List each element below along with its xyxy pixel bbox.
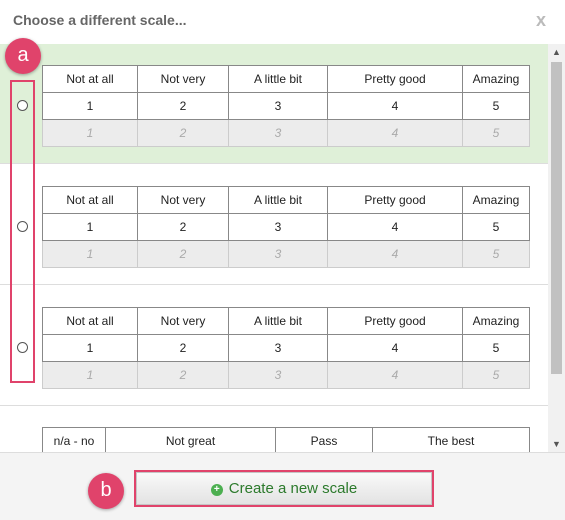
scale-header: Not great: [105, 427, 276, 452]
scale-table-2: Not at all Not very A little bit Pretty …: [42, 186, 530, 268]
scale-header-row: Not at all Not very A little bit Pretty …: [42, 65, 530, 93]
scale-header: Not very: [137, 186, 229, 214]
scale-value: 2: [137, 213, 229, 241]
scale-value-row: 1 2 3 4 5: [42, 213, 530, 241]
scale-header: Amazing: [462, 186, 530, 214]
scale-muted-row: 1 2 3 4 5: [42, 361, 530, 389]
scale-header: Pretty good: [327, 65, 463, 93]
scale-muted-value: 2: [137, 361, 229, 389]
scale-header-row: Not at all Not very A little bit Pretty …: [42, 307, 530, 335]
scrollbar-thumb[interactable]: [551, 62, 562, 374]
scale-header: Not at all: [42, 186, 138, 214]
scale-muted-value: 3: [228, 119, 328, 147]
scrollbar[interactable]: ▲ ▼: [548, 44, 565, 452]
scale-muted-value: 2: [137, 240, 229, 268]
scale-muted-row: 1 2 3 4 5: [42, 240, 530, 268]
scale-value: 4: [327, 334, 463, 362]
scale-option-2[interactable]: Not at all Not very A little bit Pretty …: [0, 165, 548, 285]
scale-muted-value: 4: [327, 361, 463, 389]
scale-header: Pass: [275, 427, 373, 452]
scale-muted-value: 2: [137, 119, 229, 147]
scale-value: 5: [462, 213, 530, 241]
scale-header: Not at all: [42, 307, 138, 335]
close-icon[interactable]: x: [536, 10, 546, 31]
scale-header: Amazing: [462, 307, 530, 335]
scale-table-4: n/a - no Not great Pass The best: [42, 427, 530, 452]
scale-value: 3: [228, 334, 328, 362]
scroll-down-icon[interactable]: ▼: [548, 436, 565, 452]
scale-value: 3: [228, 92, 328, 120]
scale-option-3[interactable]: Not at all Not very A little bit Pretty …: [0, 286, 548, 406]
scale-value: 2: [137, 334, 229, 362]
scale-value: 1: [42, 92, 138, 120]
scale-value: 2: [137, 92, 229, 120]
scale-value: 5: [462, 92, 530, 120]
scale-muted-value: 5: [462, 361, 530, 389]
dialog-title: Choose a different scale...: [13, 12, 187, 28]
scale-header: The best: [372, 427, 530, 452]
scale-header: A little bit: [228, 186, 328, 214]
scale-option-4[interactable]: n/a - no Not great Pass The best: [0, 407, 548, 452]
annotation-badge-b: b: [88, 473, 124, 509]
scale-muted-value: 1: [42, 240, 138, 268]
scale-header: Not very: [137, 65, 229, 93]
scale-header: Pretty good: [327, 307, 463, 335]
scale-value: 3: [228, 213, 328, 241]
scale-list[interactable]: Not at all Not very A little bit Pretty …: [0, 44, 548, 452]
scale-muted-row: 1 2 3 4 5: [42, 119, 530, 147]
scale-value: 1: [42, 213, 138, 241]
scale-header: Pretty good: [327, 186, 463, 214]
scale-muted-value: 5: [462, 119, 530, 147]
scale-value: 1: [42, 334, 138, 362]
scale-header: Not very: [137, 307, 229, 335]
scale-option-1[interactable]: Not at all Not very A little bit Pretty …: [0, 44, 548, 164]
highlight-box-b: [134, 470, 434, 507]
scale-header: n/a - no: [42, 427, 106, 452]
scale-header: Amazing: [462, 65, 530, 93]
dialog-header: Choose a different scale... x: [0, 0, 565, 42]
scale-muted-value: 1: [42, 361, 138, 389]
scale-table-1: Not at all Not very A little bit Pretty …: [42, 65, 530, 147]
scale-value-row: 1 2 3 4 5: [42, 92, 530, 120]
scale-value: 5: [462, 334, 530, 362]
scale-value: 4: [327, 92, 463, 120]
scale-muted-value: 1: [42, 119, 138, 147]
scale-table-3: Not at all Not very A little bit Pretty …: [42, 307, 530, 389]
annotation-badge-a: a: [5, 38, 41, 74]
scale-muted-value: 3: [228, 361, 328, 389]
highlight-box-a: [10, 80, 35, 383]
scroll-up-icon[interactable]: ▲: [548, 44, 565, 60]
scale-muted-value: 4: [327, 240, 463, 268]
scale-muted-value: 5: [462, 240, 530, 268]
scale-header-row: Not at all Not very A little bit Pretty …: [42, 186, 530, 214]
scale-header: A little bit: [228, 65, 328, 93]
scale-value-row: 1 2 3 4 5: [42, 334, 530, 362]
scale-value: 4: [327, 213, 463, 241]
scale-muted-value: 4: [327, 119, 463, 147]
scale-header-row: n/a - no Not great Pass The best: [42, 427, 530, 452]
choose-scale-dialog: Choose a different scale... x Not at all…: [0, 0, 565, 520]
scale-header: A little bit: [228, 307, 328, 335]
scale-muted-value: 3: [228, 240, 328, 268]
scale-header: Not at all: [42, 65, 138, 93]
